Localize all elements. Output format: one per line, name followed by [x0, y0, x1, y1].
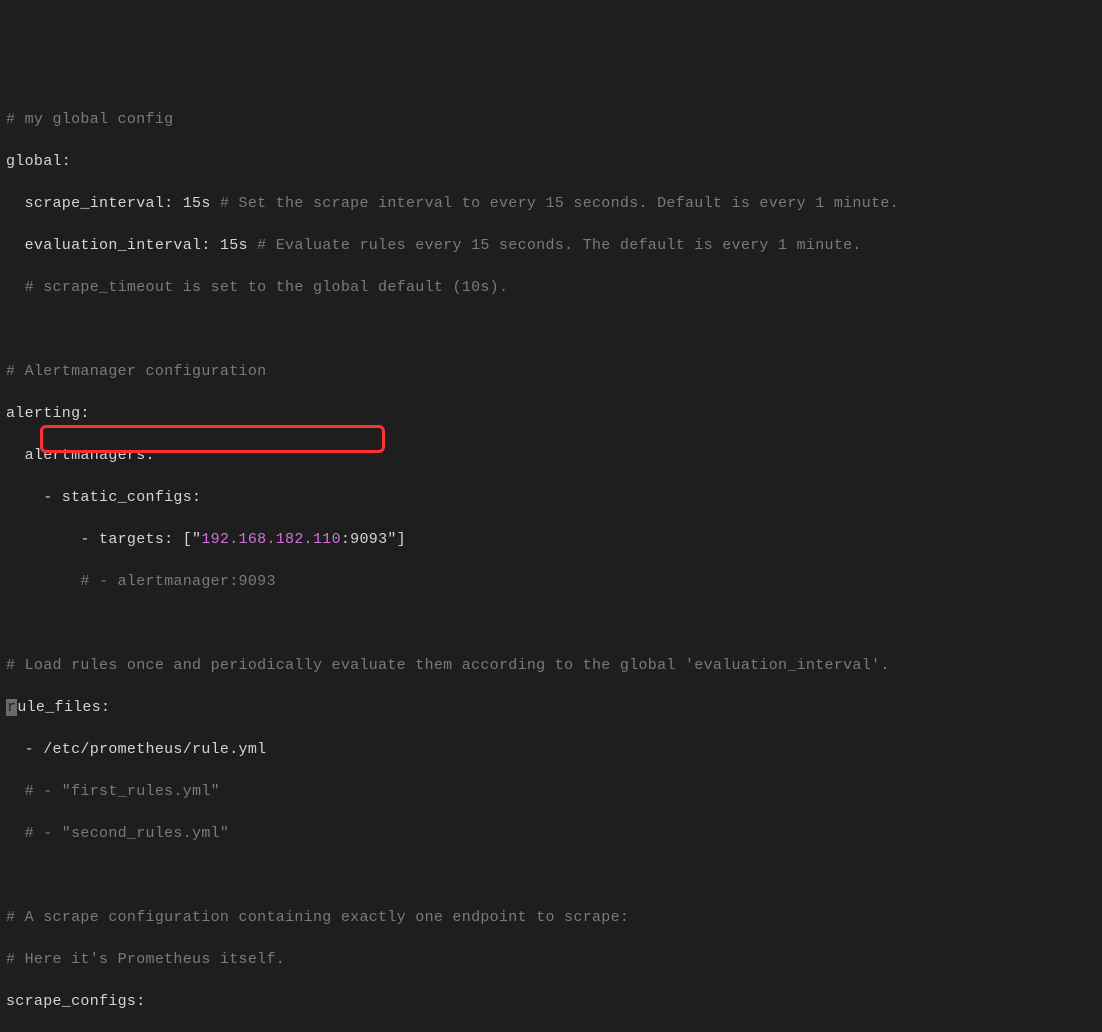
comment-text: # A scrape configuration containing exac… — [6, 909, 629, 926]
yaml-key: ule_files: — [17, 699, 110, 716]
comment-text: # Evaluate rules every 15 seconds. The d… — [257, 237, 862, 254]
ip-address: 192.168.182.110 — [201, 531, 341, 548]
code-line: # Alertmanager configuration — [0, 361, 1102, 382]
yaml-key: global: — [6, 153, 71, 170]
yaml-key: alertmanagers: — [6, 447, 155, 464]
comment-text: # - "first_rules.yml" — [6, 783, 220, 800]
code-line: alerting: — [0, 403, 1102, 424]
code-line: # Here it's Prometheus itself. — [0, 949, 1102, 970]
code-line: # - "second_rules.yml" — [0, 823, 1102, 844]
yaml-pair: evaluation_interval: 15s — [6, 237, 257, 254]
code-line: # A scrape configuration containing exac… — [0, 907, 1102, 928]
comment-text: # Alertmanager configuration — [6, 363, 266, 380]
code-line: - static_configs: — [0, 487, 1102, 508]
yaml-pair: - targets: [" — [6, 531, 201, 548]
code-line: # Load rules once and periodically evalu… — [0, 655, 1102, 676]
code-line: scrape_configs: — [0, 991, 1102, 1012]
comment-text: # scrape_timeout is set to the global de… — [6, 279, 508, 296]
yaml-value: - /etc/prometheus/rule.yml — [6, 741, 266, 758]
code-line: # my global config — [0, 109, 1102, 130]
yaml-key: alerting: — [6, 405, 90, 422]
cursor-position: r — [6, 699, 17, 716]
code-line — [0, 319, 1102, 340]
code-line: global: — [0, 151, 1102, 172]
code-line: scrape_interval: 15s # Set the scrape in… — [0, 193, 1102, 214]
yaml-pair: scrape_interval: 15s — [6, 195, 220, 212]
comment-text: # - alertmanager:9093 — [6, 573, 276, 590]
yaml-key: scrape_configs: — [6, 993, 146, 1010]
comment-text: # Set the scrape interval to every 15 se… — [220, 195, 899, 212]
code-line: rule_files: — [0, 697, 1102, 718]
code-line — [0, 613, 1102, 634]
yaml-key: - static_configs: — [6, 489, 201, 506]
code-line: - /etc/prometheus/rule.yml — [0, 739, 1102, 760]
code-line: evaluation_interval: 15s # Evaluate rule… — [0, 235, 1102, 256]
yaml-value: :9093"] — [341, 531, 406, 548]
code-line: # scrape_timeout is set to the global de… — [0, 277, 1102, 298]
code-line: alertmanagers: — [0, 445, 1102, 466]
comment-text: # Load rules once and periodically evalu… — [6, 657, 890, 674]
code-line: - targets: ["192.168.182.110:9093"] — [0, 529, 1102, 550]
comment-text: # my global config — [6, 111, 173, 128]
code-line — [0, 865, 1102, 886]
comment-text: # Here it's Prometheus itself. — [6, 951, 285, 968]
code-editor-content[interactable]: # my global config global: scrape_interv… — [0, 88, 1102, 1032]
code-line: # - "first_rules.yml" — [0, 781, 1102, 802]
comment-text: # - "second_rules.yml" — [6, 825, 229, 842]
code-line: # - alertmanager:9093 — [0, 571, 1102, 592]
